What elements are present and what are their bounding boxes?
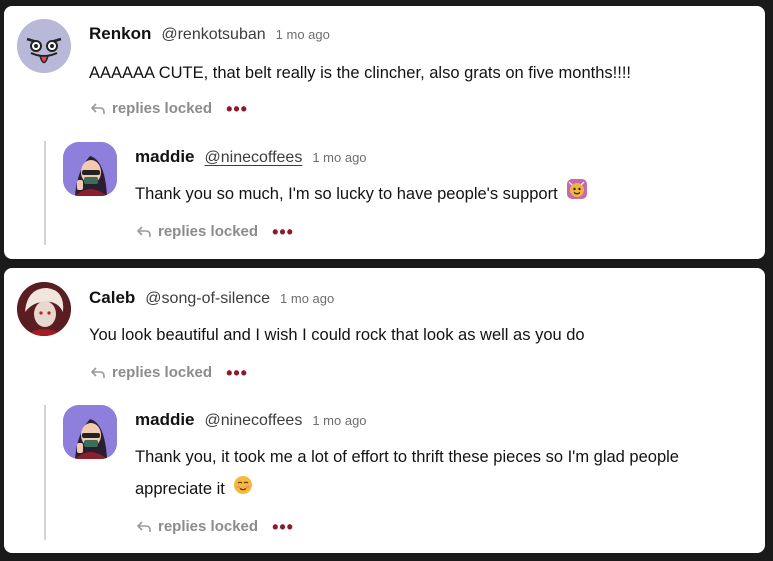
timestamp: 1 mo ago	[312, 150, 367, 165]
reply-text-line1: Thank you, it took me a lot of effort to…	[135, 448, 679, 466]
comment-card: Renkon @renkotsuban 1 mo ago AAAAAA CUTE…	[4, 6, 765, 259]
reply-text-content: Thank you so much, I'm so lucky to have …	[135, 185, 558, 203]
comment-text: AAAAAA CUTE, that belt really is the cli…	[89, 64, 631, 82]
avatar[interactable]	[17, 19, 71, 73]
replies-locked-label: replies locked	[158, 518, 259, 535]
replies-locked-label: replies locked	[112, 100, 213, 117]
reply-text-content: appreciate it	[135, 480, 225, 498]
author-name[interactable]: Renkon	[89, 24, 151, 44]
party-face-emoji	[566, 178, 588, 211]
renkon-avatar-icon	[17, 19, 71, 73]
thread-line	[44, 405, 46, 540]
reply-arrow-icon	[90, 101, 106, 117]
author-handle[interactable]: @ninecoffees	[205, 149, 303, 167]
author-handle[interactable]: @song-of-silence	[145, 290, 270, 308]
author-handle[interactable]: @ninecoffees	[205, 412, 303, 430]
more-options-button[interactable]: •••	[226, 364, 248, 382]
timestamp: 1 mo ago	[280, 291, 335, 306]
reply-arrow-icon	[136, 519, 152, 535]
reply-arrow-icon	[90, 365, 106, 381]
reply-text-line2: appreciate it	[135, 473, 253, 506]
timestamp: 1 mo ago	[275, 27, 330, 42]
more-options-button[interactable]: •••	[272, 518, 294, 536]
reply-arrow-icon	[136, 224, 152, 240]
maddie-avatar-icon	[63, 142, 117, 196]
reply-text: Thank you so much, I'm so lucky to have …	[135, 178, 588, 211]
thread-line	[44, 141, 46, 245]
author-name[interactable]: maddie	[135, 410, 195, 430]
caleb-avatar-icon	[17, 282, 71, 336]
author-name[interactable]: maddie	[135, 147, 195, 167]
avatar[interactable]	[63, 405, 117, 459]
avatar[interactable]	[63, 142, 117, 196]
replies-locked-label: replies locked	[158, 223, 259, 240]
comment-text: You look beautiful and I wish I could ro…	[89, 326, 585, 344]
more-options-button[interactable]: •••	[272, 223, 294, 241]
more-options-button[interactable]: •••	[226, 100, 248, 118]
maddie-avatar-icon	[63, 405, 117, 459]
avatar[interactable]	[17, 282, 71, 336]
replies-locked-label: replies locked	[112, 364, 213, 381]
author-handle[interactable]: @renkotsuban	[161, 26, 265, 44]
author-name[interactable]: Caleb	[89, 288, 135, 308]
comment-card: Caleb @song-of-silence 1 mo ago You look…	[4, 268, 765, 553]
relieved-face-emoji	[233, 474, 253, 506]
timestamp: 1 mo ago	[312, 413, 367, 428]
